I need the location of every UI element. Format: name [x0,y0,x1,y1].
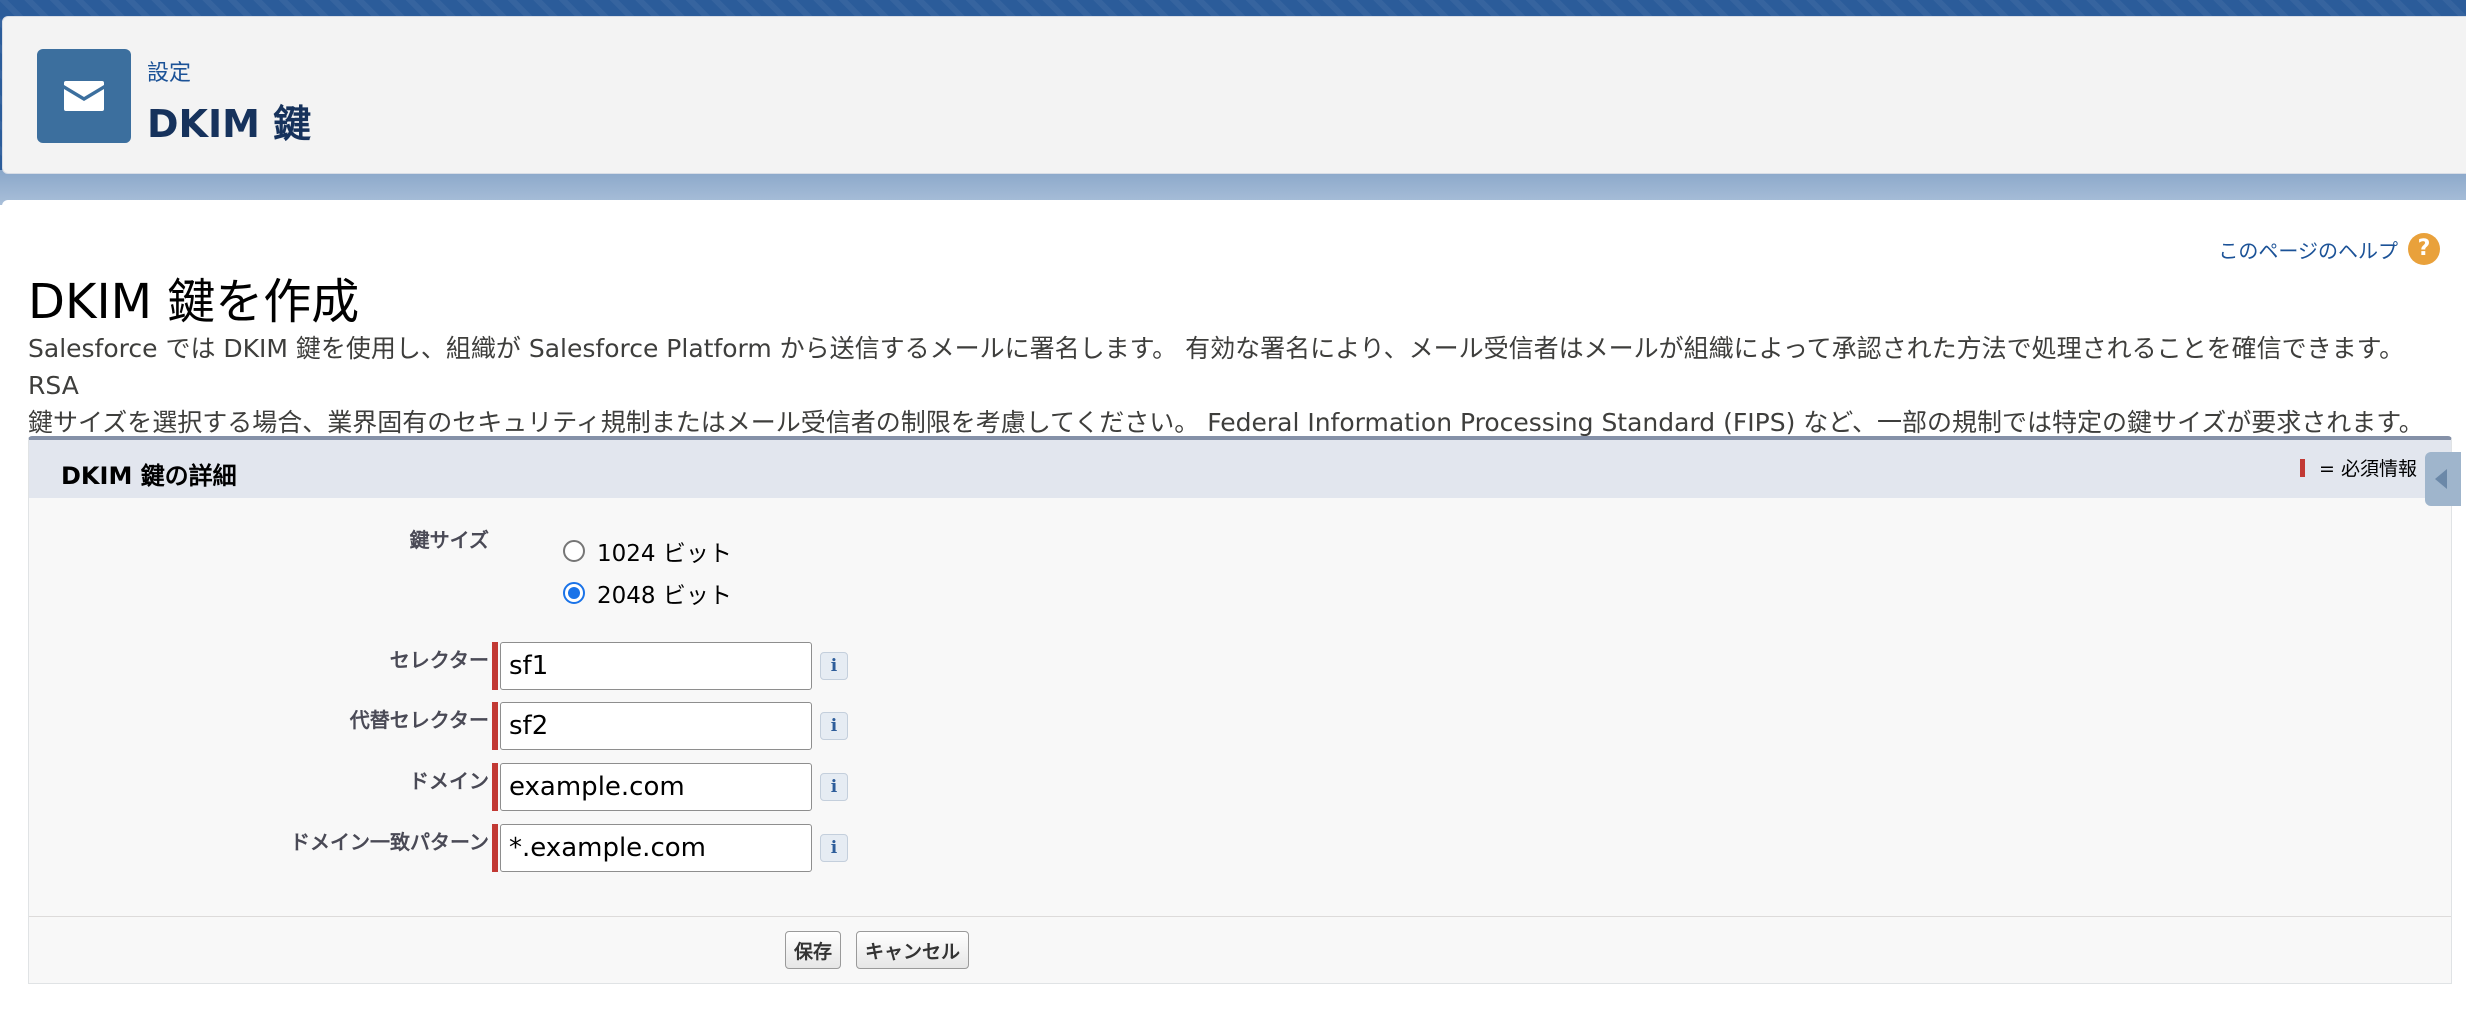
button-bar: 保存 キャンセル [29,916,2451,983]
help-link-label[interactable]: このページのヘルプ [2218,235,2398,264]
required-legend: = 必須情報 [2300,454,2417,481]
intro-text: Salesforce では DKIM 鍵を使用し、組織が Salesforce … [28,330,2456,441]
radio-2048[interactable] [563,582,585,604]
page-header: 設定 DKIM 鍵 [2,16,2466,174]
cancel-button[interactable]: キャンセル [856,931,970,969]
domain-pattern-input[interactable] [500,824,812,872]
domain-input[interactable] [500,763,812,811]
alt-selector-info-icon[interactable]: i [820,712,848,740]
required-legend-text: = 必須情報 [2319,458,2417,480]
page-title: DKIM 鍵 [147,102,312,146]
breadcrumb-setup[interactable]: 設定 [147,55,191,87]
domain-pattern-label: ドメイン一致パターン [290,830,489,854]
domain-pattern-info-icon[interactable]: i [820,834,848,862]
required-marker [2300,458,2306,477]
radio-1024-label[interactable]: 1024 ビット [597,534,732,568]
dkim-detail-section: DKIM 鍵の詳細 = 必須情報 鍵サイズ 1024 ビット 2048 ビット … [28,436,2461,984]
alt-selector-input[interactable] [500,702,812,750]
domain-info-icon[interactable]: i [820,773,848,801]
domain-label: ドメイン [409,769,489,793]
key-size-option-2048[interactable]: 2048 ビット [563,576,732,610]
help-link[interactable]: このページのヘルプ ? [2218,232,2440,266]
selector-info-icon[interactable]: i [820,652,848,680]
radio-2048-label[interactable]: 2048 ビット [597,576,732,610]
selector-label: セレクター [389,648,489,672]
help-icon[interactable]: ? [2408,233,2440,265]
save-button[interactable]: 保存 [785,931,842,969]
form-heading: DKIM 鍵を作成 [28,274,360,331]
selector-input[interactable] [500,642,812,690]
domain-pattern-required-bar [492,824,498,872]
alt-selector-required-bar [492,702,498,750]
radio-1024[interactable] [563,540,585,562]
section-header: DKIM 鍵の詳細 = 必須情報 [29,440,2461,506]
section-title: DKIM 鍵の詳細 [61,462,237,490]
key-size-option-1024[interactable]: 1024 ビット [563,534,732,568]
key-size-label: 鍵サイズ [409,528,489,552]
domain-required-bar [492,763,498,811]
collapse-handle[interactable] [2425,452,2461,506]
selector-required-bar [492,642,498,690]
alt-selector-label: 代替セレクター [349,708,489,732]
envelope-icon [37,49,131,143]
intro-line-1: Salesforce では DKIM 鍵を使用し、組織が Salesforce … [28,334,2405,400]
